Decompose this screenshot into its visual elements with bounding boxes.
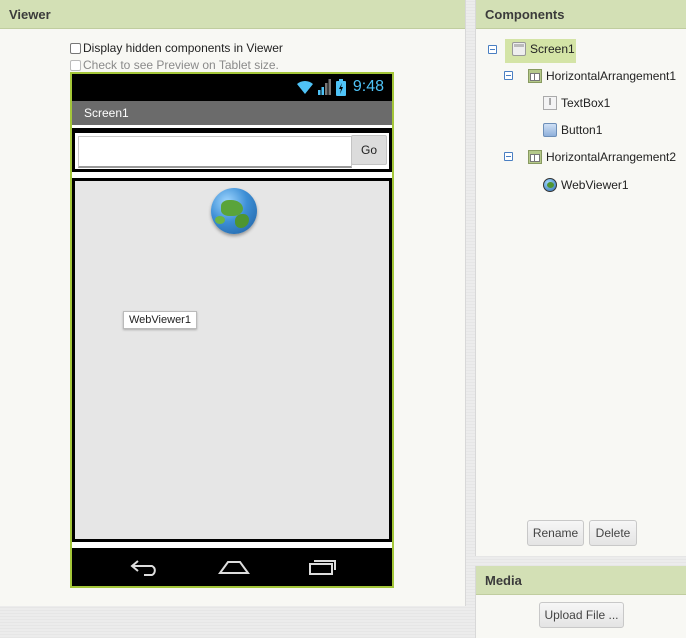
phone-preview: 9:48 Screen1 Go WebViewer1	[70, 72, 394, 588]
tree-item-horizontalarrangement2[interactable]: HorizontalArrangement2	[528, 150, 676, 164]
webviewer-tooltip: WebViewer1	[123, 311, 197, 329]
recent-apps-icon[interactable]	[308, 558, 338, 576]
tree-item-textbox1[interactable]: I TextBox1	[543, 96, 610, 110]
signal-icon	[317, 79, 331, 95]
textbox1-preview[interactable]	[78, 136, 352, 168]
textbox-icon: I	[543, 96, 557, 110]
webviewer-globe-icon	[211, 188, 257, 234]
collapse-harr2-icon[interactable]	[504, 152, 513, 161]
button-icon	[543, 123, 557, 137]
back-icon[interactable]	[130, 558, 160, 576]
components-panel: Components Screen1 HorizontalArrangement…	[475, 0, 686, 556]
tree-item-button1[interactable]: Button1	[543, 123, 602, 137]
media-header: Media	[476, 566, 686, 595]
tree-item-label: Screen1	[530, 42, 575, 56]
tree-item-webviewer1[interactable]: WebViewer1	[543, 178, 629, 192]
tree-item-label: HorizontalArrangement2	[546, 150, 677, 164]
viewer-header: Viewer	[0, 0, 465, 29]
collapse-harr1-icon[interactable]	[504, 71, 513, 80]
tablet-preview-checkbox[interactable]	[70, 59, 81, 71]
delete-button[interactable]: Delete	[589, 520, 637, 546]
status-clock: 9:48	[352, 78, 384, 95]
screen-icon	[512, 42, 526, 56]
viewer-panel: Viewer Display hidden components in View…	[0, 0, 466, 606]
tree-item-screen1[interactable]: Screen1	[512, 42, 575, 56]
tablet-preview-checkbox-row[interactable]: Check to see Preview on Tablet size.	[70, 58, 279, 72]
go-button[interactable]: Go	[351, 135, 387, 165]
rename-button[interactable]: Rename	[527, 520, 584, 546]
collapse-screen1-icon[interactable]	[488, 45, 497, 54]
show-hidden-label: Display hidden components in Viewer	[83, 41, 283, 55]
android-nav-bar	[72, 548, 392, 586]
wifi-icon	[296, 80, 313, 94]
horizontal-arrangement-icon	[528, 69, 542, 83]
screen-title-bar: Screen1	[72, 101, 392, 128]
tree-item-label: HorizontalArrangement1	[546, 69, 677, 83]
horizontal-arrangement-icon	[528, 150, 542, 164]
tree-item-horizontalarrangement1[interactable]: HorizontalArrangement1	[528, 69, 676, 83]
horizontal-arrangement-2[interactable]: WebViewer1	[72, 178, 392, 542]
tree-item-label: TextBox1	[561, 96, 611, 110]
horizontal-arrangement-1[interactable]: Go	[72, 130, 392, 172]
show-hidden-checkbox[interactable]	[70, 42, 81, 54]
battery-icon	[335, 78, 346, 96]
home-icon[interactable]	[218, 558, 250, 576]
status-bar: 9:48	[72, 74, 392, 101]
tree-item-label: Button1	[561, 123, 603, 137]
webviewer-icon	[543, 178, 557, 192]
components-header: Components	[476, 0, 686, 29]
upload-file-button[interactable]: Upload File ...	[539, 602, 624, 628]
tablet-preview-label: Check to see Preview on Tablet size.	[83, 58, 279, 72]
tree-item-label: WebViewer1	[561, 178, 629, 192]
show-hidden-checkbox-row[interactable]: Display hidden components in Viewer	[70, 41, 283, 55]
media-panel: Media Upload File ...	[475, 566, 686, 638]
